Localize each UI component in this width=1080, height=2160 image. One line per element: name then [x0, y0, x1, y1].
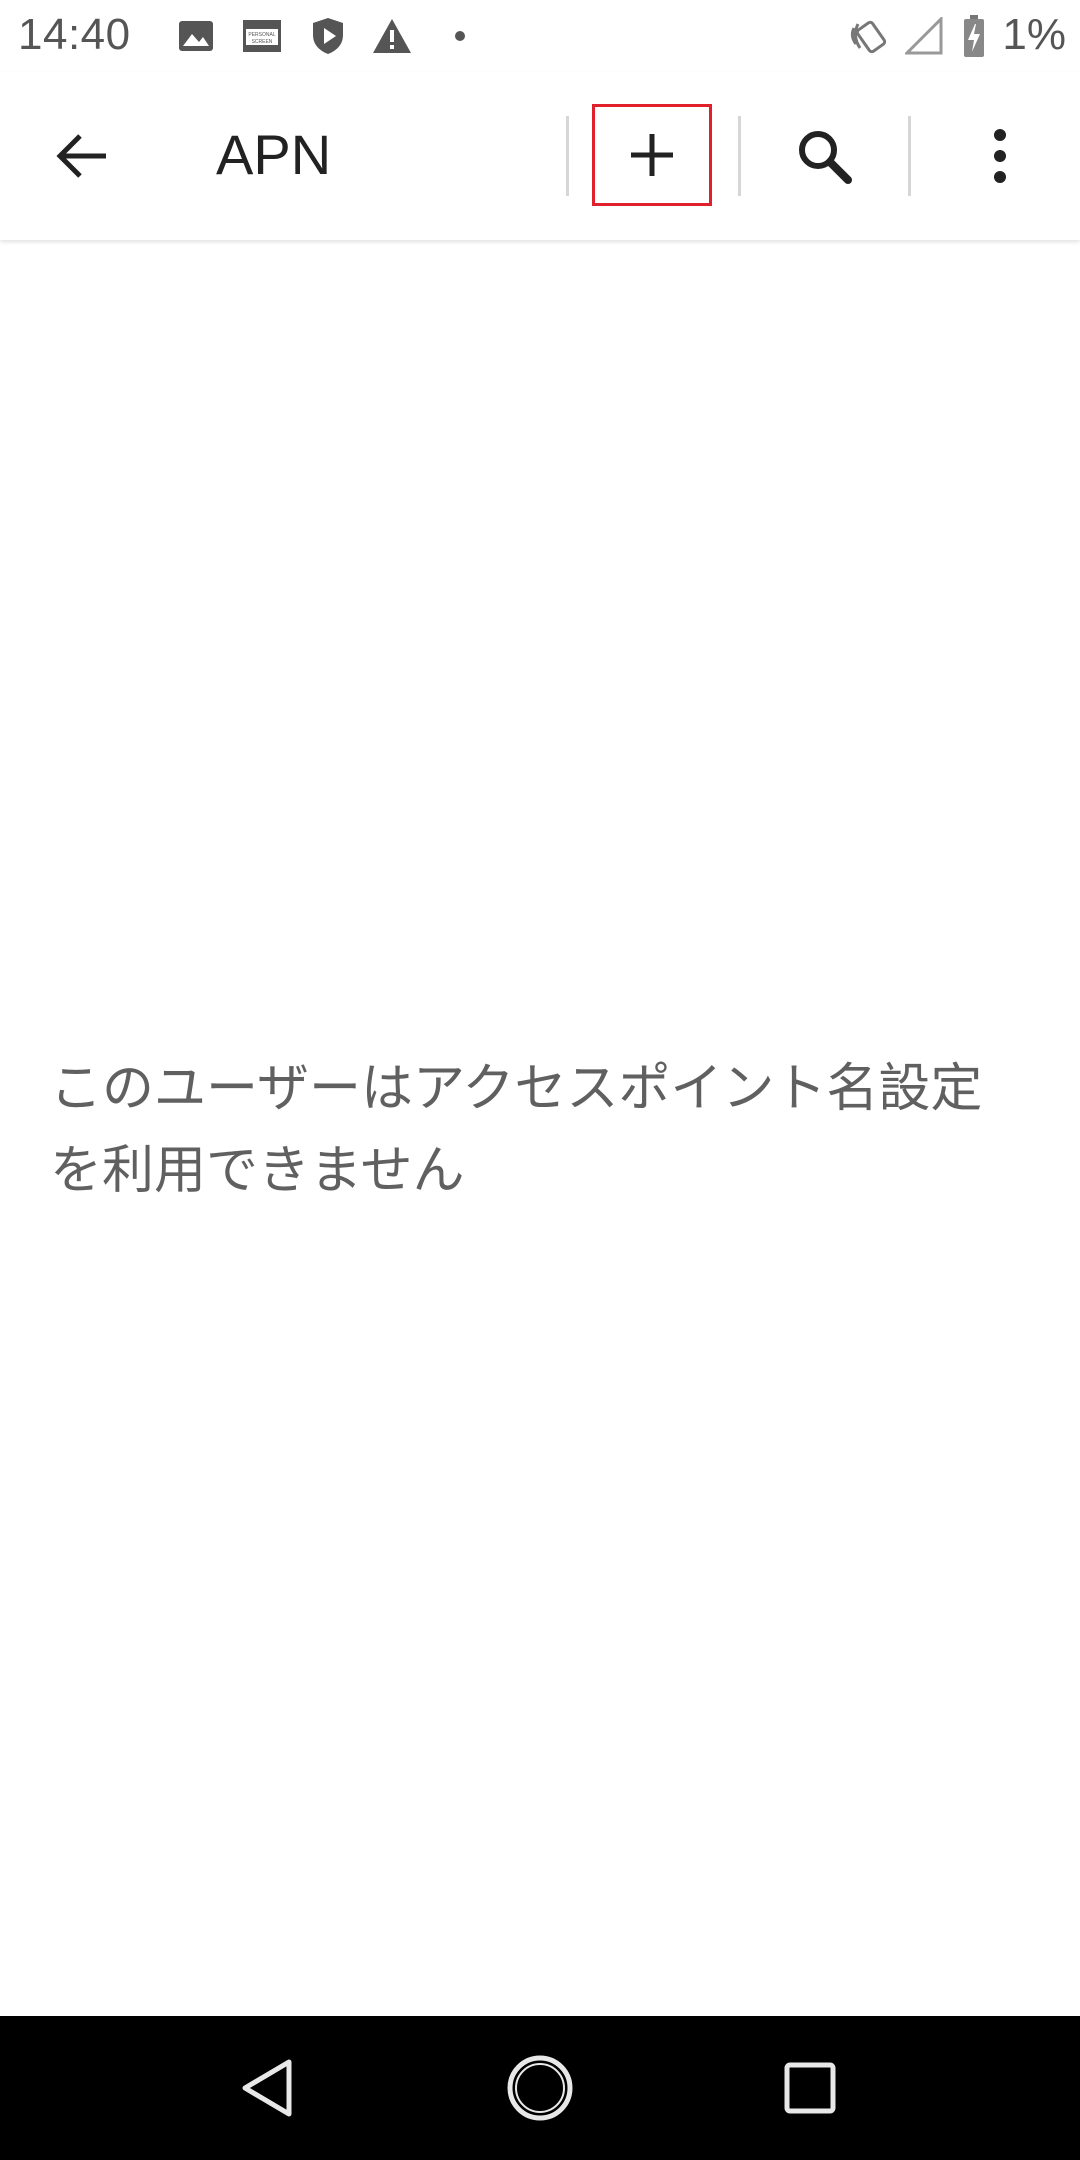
- toolbar-divider: [908, 116, 911, 196]
- signal-icon: [904, 14, 944, 58]
- search-icon: [799, 131, 852, 184]
- nav-back-button[interactable]: [212, 2038, 322, 2138]
- image-icon: [176, 14, 216, 58]
- toolbar-divider: [566, 116, 569, 196]
- dot-icon: [450, 14, 470, 58]
- recents-square-icon: [784, 2062, 836, 2114]
- personal-screen-label-bottom: SCREEN: [252, 39, 273, 45]
- more-vert-icon: [994, 129, 1006, 183]
- home-circle-icon: [507, 2055, 573, 2121]
- add-apn-button[interactable]: [592, 104, 712, 206]
- nfc-icon: [846, 14, 896, 58]
- back-triangle-icon: [242, 2059, 292, 2117]
- battery-percent: 1%: [1002, 10, 1066, 59]
- personal-screen-label-top: PERSONAL: [248, 32, 275, 38]
- status-time: 14:40: [18, 10, 131, 59]
- search-button[interactable]: [764, 106, 884, 206]
- add-icon: [631, 134, 673, 176]
- apn-screen: 14:40 PERSONAL SCREEN 1% APN このユーザーはアクセス…: [0, 0, 1080, 2160]
- nav-recents-button[interactable]: [755, 2038, 865, 2138]
- shield-play-icon: [308, 14, 348, 58]
- more-options-button[interactable]: [940, 106, 1060, 206]
- empty-state-message: このユーザーはアクセスポイント名設定を利用できません: [50, 1059, 983, 1201]
- status-bar: 14:40 PERSONAL SCREEN 1%: [0, 0, 1080, 72]
- toolbar-divider: [738, 116, 741, 196]
- battery-charging-icon: [960, 14, 988, 58]
- page-title: APN: [216, 123, 332, 186]
- navigation-bar: [0, 2016, 1080, 2160]
- personal-screen-icon: PERSONAL SCREEN: [240, 14, 284, 58]
- nav-home-button[interactable]: [485, 2038, 595, 2138]
- arrow-back-icon: [56, 134, 106, 178]
- warning-icon: [370, 14, 414, 58]
- app-bar: APN: [0, 72, 1080, 240]
- back-button[interactable]: [32, 106, 132, 206]
